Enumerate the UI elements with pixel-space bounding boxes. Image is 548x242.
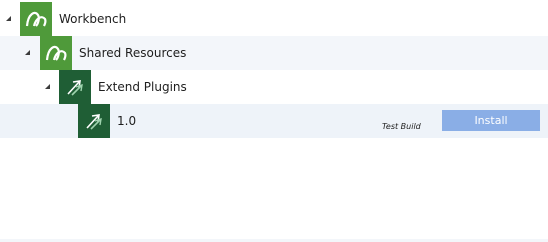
tree-row-shared-resources[interactable]: Shared Resources <box>0 36 548 70</box>
tree-label-shared-resources: Shared Resources <box>79 46 187 60</box>
workbench-arc-icon <box>40 36 72 70</box>
expand-toggle-icon[interactable] <box>45 84 50 89</box>
plugin-arrow-icon <box>59 70 91 104</box>
tree-row-extend-plugins[interactable]: Extend Plugins <box>0 70 548 104</box>
install-button[interactable]: Install <box>442 110 540 131</box>
workbench-arc-icon <box>20 2 52 36</box>
tree-label-workbench: Workbench <box>59 12 127 26</box>
plugin-arrow-icon <box>78 104 110 138</box>
tree-row-workbench[interactable]: Workbench <box>0 2 548 36</box>
tree-label-extend-plugins: Extend Plugins <box>98 80 187 94</box>
expand-toggle-icon[interactable] <box>25 50 30 55</box>
tree-label-version: 1.0 <box>117 114 137 128</box>
plugin-tree: Workbench Shared Resources Extend Plugin… <box>0 0 548 242</box>
build-tag-label: Test Build <box>382 122 421 131</box>
expand-toggle-icon[interactable] <box>6 16 11 21</box>
